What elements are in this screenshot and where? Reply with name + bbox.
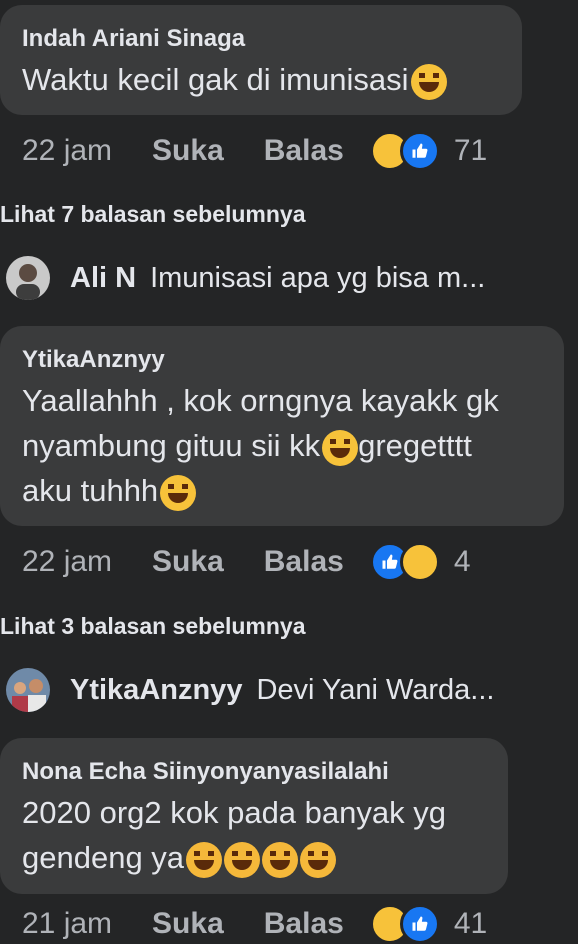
like-reaction-icon [399, 131, 440, 171]
view-previous-replies-link[interactable]: Lihat 7 balasan sebelumnya [0, 201, 306, 228]
comment-bubble: Nona Echa Siinyonyanyasilalahi 2020 org2… [0, 738, 508, 894]
comment-timestamp[interactable]: 22 jam [22, 545, 112, 579]
view-previous-replies-link[interactable]: Lihat 3 balasan sebelumnya [0, 613, 306, 640]
comment-text-line: aku tuhhh [22, 468, 542, 513]
avatar-group-icon[interactable] [6, 668, 50, 712]
reaction-count: 4 [453, 545, 471, 578]
grinning-emoji-icon [410, 63, 447, 100]
reply-author[interactable]: Ali N [70, 262, 136, 295]
rofl-emoji-icon [262, 841, 299, 878]
reply-button[interactable]: Balas [264, 134, 344, 168]
reply-button[interactable]: Balas [264, 907, 344, 941]
reply-snippet: Imunisasi apa yg bisa m... [150, 261, 486, 294]
rofl-emoji-icon [224, 841, 261, 878]
comment-actions: 21 jam Suka Balas 41 [0, 904, 487, 944]
grinning-emoji-icon [322, 429, 359, 466]
comment-author[interactable]: Indah Ariani Sinaga [22, 25, 500, 53]
haha-reaction-icon [399, 542, 440, 582]
comment-text: Waktu kecil gak di imunisasi [22, 57, 500, 102]
rofl-emoji-icon [300, 841, 337, 878]
comment-text: Yaallahhh , kok orngnya kayakk gk nyambu… [22, 378, 542, 513]
like-button[interactable]: Suka [152, 907, 224, 941]
like-button[interactable]: Suka [152, 134, 224, 168]
reply-snippet: Devi Yani Warda... [256, 673, 495, 706]
reaction-summary[interactable]: 71 [369, 131, 488, 171]
comment-actions: 22 jam Suka Balas 71 [0, 131, 487, 171]
reaction-count: 41 [453, 907, 488, 940]
like-button[interactable]: Suka [152, 545, 224, 579]
comment-bubble: YtikaAnznyy Yaallahhh , kok orngnya kaya… [0, 326, 564, 526]
grinning-emoji-icon [160, 474, 197, 511]
comment-author[interactable]: YtikaAnznyy [22, 346, 542, 374]
reaction-summary[interactable]: 41 [369, 904, 488, 944]
reaction-summary[interactable]: 4 [369, 542, 471, 582]
like-reaction-icon [399, 904, 440, 944]
comment-author[interactable]: Nona Echa Siinyonyanyasilalahi [22, 758, 486, 786]
reply-author[interactable]: YtikaAnznyy [70, 674, 242, 707]
reply-button[interactable]: Balas [264, 545, 344, 579]
comment-actions: 22 jam Suka Balas 4 [0, 542, 471, 582]
collapsed-reply[interactable]: YtikaAnznyy Devi Yani Warda... [6, 665, 494, 715]
comment-text: 2020 org2 kok pada banyak yg gendeng ya [22, 790, 486, 880]
comment-timestamp[interactable]: 22 jam [22, 134, 112, 168]
comment-text-line: gendeng ya [22, 835, 486, 880]
comment-text-line: nyambung gituu sii kk gregetttt [22, 423, 542, 468]
comment-bubble: Indah Ariani Sinaga Waktu kecil gak di i… [0, 5, 522, 115]
comment-text-line: 2020 org2 kok pada banyak yg [22, 795, 446, 830]
avatar-person-icon[interactable] [6, 256, 50, 300]
collapsed-reply[interactable]: Ali N Imunisasi apa yg bisa m... [6, 253, 485, 303]
rofl-emoji-icon [186, 841, 223, 878]
comment-text-line: Yaallahhh , kok orngnya kayakk gk [22, 383, 499, 418]
comment-timestamp[interactable]: 21 jam [22, 907, 112, 941]
reaction-count: 71 [453, 134, 488, 167]
